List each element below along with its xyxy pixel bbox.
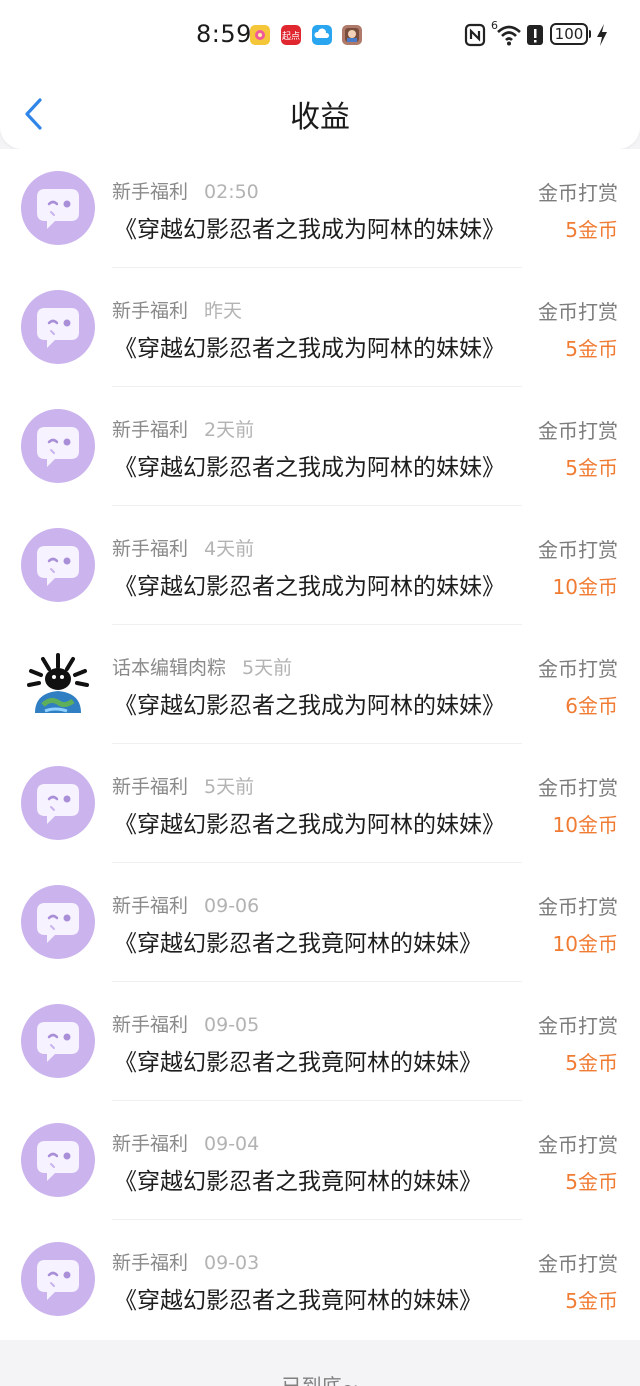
book-title: 《穿越幻影忍者之我成为阿林的妹妹》 <box>114 455 505 481</box>
earnings-row[interactable]: 新手福利 09-05 《穿越幻影忍者之我竟阿林的妹妹》 金币打赏 5金币 <box>0 982 640 1101</box>
sender-line: 新手福利 02:50 <box>112 177 259 204</box>
chat-bubble-avatar-icon <box>21 290 95 364</box>
earnings-row[interactable]: 新手福利 09-03 《穿越幻影忍者之我竟阿林的妹妹》 金币打赏 5金币 <box>0 1220 640 1339</box>
sender-name: 新手福利 <box>112 776 189 798</box>
reward-type: 金币打赏 <box>538 776 618 800</box>
reward-amount: 10金币 <box>552 932 618 956</box>
charging-bolt-icon <box>597 24 607 46</box>
earnings-row[interactable]: 新手福利 09-06 《穿越幻影忍者之我竟阿林的妹妹》 金币打赏 10金币 <box>0 863 640 982</box>
earnings-row[interactable]: 新手福利 2天前 《穿越幻影忍者之我成为阿林的妹妹》 金币打赏 5金币 <box>0 387 640 506</box>
user-photo-avatar <box>21 647 95 721</box>
sender-line: 新手福利 09-03 <box>112 1248 259 1275</box>
row-time: 09-03 <box>204 1252 260 1274</box>
screen: 8:59 起点 6 100 收益 新手福利 02:50 《穿越幻影忍者之我成为阿… <box>0 0 640 1386</box>
battery-nub <box>589 30 591 38</box>
book-title: 《穿越幻影忍者之我成为阿林的妹妹》 <box>114 812 505 838</box>
chat-bubble-avatar-icon <box>21 171 95 245</box>
reward-type: 金币打赏 <box>538 657 618 681</box>
reward-amount: 6金币 <box>565 694 618 718</box>
chat-bubble-avatar-icon <box>21 1242 95 1316</box>
row-time: 09-05 <box>204 1014 260 1036</box>
reward-type: 金币打赏 <box>538 181 618 205</box>
reward-type: 金币打赏 <box>538 1252 618 1276</box>
sender-line: 新手福利 09-05 <box>112 1010 259 1037</box>
book-title: 《穿越幻影忍者之我竟阿林的妹妹》 <box>114 931 482 957</box>
reward-type: 金币打赏 <box>538 419 618 443</box>
chat-bubble-avatar-icon <box>21 766 95 840</box>
reward-type: 金币打赏 <box>538 1014 618 1038</box>
book-title: 《穿越幻影忍者之我竟阿林的妹妹》 <box>114 1288 482 1314</box>
book-title: 《穿越幻影忍者之我成为阿林的妹妹》 <box>114 693 505 719</box>
sender-line: 新手福利 昨天 <box>112 296 242 323</box>
row-time: 5天前 <box>242 657 293 679</box>
row-time: 09-06 <box>204 895 260 917</box>
chat-bubble-avatar-icon <box>21 885 95 959</box>
reward-type: 金币打赏 <box>538 895 618 919</box>
book-title: 《穿越幻影忍者之我成为阿林的妹妹》 <box>114 217 505 243</box>
reward-amount: 10金币 <box>552 575 618 599</box>
sender-line: 新手福利 5天前 <box>112 772 254 799</box>
sender-name: 新手福利 <box>112 538 189 560</box>
row-time: 昨天 <box>204 300 243 322</box>
sender-name: 新手福利 <box>112 1252 189 1274</box>
sender-name: 新手福利 <box>112 895 189 917</box>
game-app-icon <box>342 25 362 45</box>
reward-type: 金币打赏 <box>538 538 618 562</box>
row-time: 5天前 <box>204 776 255 798</box>
qidian-app-icon: 起点 <box>281 25 301 45</box>
row-time: 02:50 <box>204 181 259 203</box>
row-time: 2天前 <box>204 419 255 441</box>
status-time: 8:59 <box>196 20 252 48</box>
sender-line: 新手福利 4天前 <box>112 534 254 561</box>
sender-line: 新手福利 09-06 <box>112 891 259 918</box>
reward-amount: 10金币 <box>552 813 618 837</box>
sender-name: 新手福利 <box>112 419 189 441</box>
earnings-row[interactable]: 话本编辑肉粽 5天前 《穿越幻影忍者之我成为阿林的妹妹》 金币打赏 6金币 <box>0 625 640 744</box>
book-title: 《穿越幻影忍者之我成为阿林的妹妹》 <box>114 574 505 600</box>
book-title: 《穿越幻影忍者之我竟阿林的妹妹》 <box>114 1050 482 1076</box>
book-title: 《穿越幻影忍者之我成为阿林的妹妹》 <box>114 336 505 362</box>
sender-name: 新手福利 <box>112 300 189 322</box>
alert-icon <box>527 25 543 45</box>
earnings-row[interactable]: 新手福利 09-04 《穿越幻影忍者之我竟阿林的妹妹》 金币打赏 5金币 <box>0 1101 640 1220</box>
row-time: 4天前 <box>204 538 255 560</box>
nfc-icon <box>464 23 486 47</box>
earnings-list: 新手福利 02:50 《穿越幻影忍者之我成为阿林的妹妹》 金币打赏 5金币 新手福… <box>0 149 640 1340</box>
sender-line: 话本编辑肉粽 5天前 <box>112 653 292 680</box>
battery-indicator: 100 <box>550 23 588 45</box>
reward-amount: 5金币 <box>565 218 618 242</box>
reward-amount: 5金币 <box>565 1289 618 1313</box>
earnings-row[interactable]: 新手福利 昨天 《穿越幻影忍者之我成为阿林的妹妹》 金币打赏 5金币 <box>0 268 640 387</box>
page-title: 收益 <box>290 100 350 135</box>
book-title: 《穿越幻影忍者之我竟阿林的妹妹》 <box>114 1169 482 1195</box>
reward-amount: 5金币 <box>565 1051 618 1075</box>
earnings-row[interactable]: 新手福利 4天前 《穿越幻影忍者之我成为阿林的妹妹》 金币打赏 10金币 <box>0 506 640 625</box>
chat-bubble-avatar-icon <box>21 1123 95 1197</box>
sender-name: 新手福利 <box>112 1014 189 1036</box>
end-of-list-text: 已到底~ <box>281 1374 359 1386</box>
reward-amount: 5金币 <box>565 337 618 361</box>
reward-type: 金币打赏 <box>538 300 618 324</box>
reward-amount: 5金币 <box>565 456 618 480</box>
status-bar: 8:59 起点 6 100 <box>0 0 640 70</box>
cloud-app-icon <box>312 25 332 45</box>
flower-app-icon <box>250 25 270 45</box>
sender-name: 话本编辑肉粽 <box>112 657 227 679</box>
chat-bubble-avatar-icon <box>21 1004 95 1078</box>
wifi-icon <box>497 25 521 46</box>
earnings-row[interactable]: 新手福利 02:50 《穿越幻影忍者之我成为阿林的妹妹》 金币打赏 5金币 <box>0 149 640 268</box>
sender-name: 新手福利 <box>112 181 189 203</box>
chat-bubble-avatar-icon <box>21 528 95 602</box>
row-time: 09-04 <box>204 1133 260 1155</box>
chat-bubble-avatar-icon <box>21 409 95 483</box>
reward-type: 金币打赏 <box>538 1133 618 1157</box>
sender-line: 新手福利 09-04 <box>112 1129 259 1156</box>
reward-amount: 5金币 <box>565 1170 618 1194</box>
earnings-row[interactable]: 新手福利 5天前 《穿越幻影忍者之我成为阿林的妹妹》 金币打赏 10金币 <box>0 744 640 863</box>
top-bar: 8:59 起点 6 100 收益 <box>0 0 640 149</box>
sender-line: 新手福利 2天前 <box>112 415 254 442</box>
sender-name: 新手福利 <box>112 1133 189 1155</box>
